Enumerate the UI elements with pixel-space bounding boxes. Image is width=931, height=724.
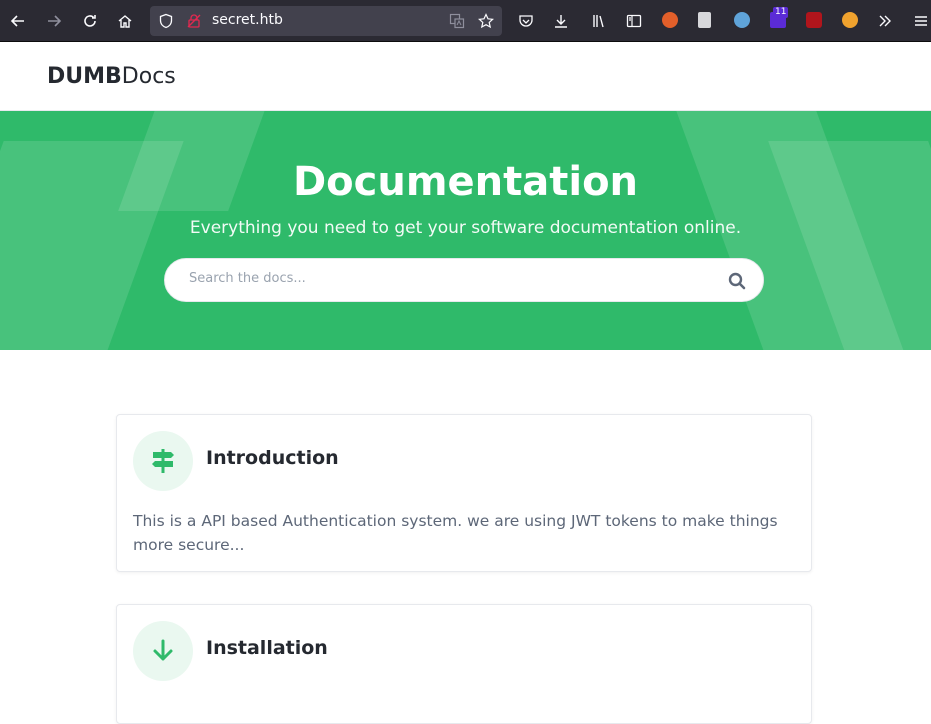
card-introduction[interactable]: Introduction This is a API based Authent… — [116, 414, 812, 572]
browser-toolbar: secret.htb 11 — [0, 0, 931, 42]
hero-title: Documentation — [292, 159, 639, 205]
star-icon[interactable] — [478, 13, 494, 29]
menu-icon — [915, 16, 927, 26]
ext-cookie-editor-icon[interactable] — [842, 12, 858, 28]
card-title[interactable]: Installation — [206, 637, 328, 659]
ext-foxyproxy-icon[interactable] — [662, 12, 678, 28]
hero-subtitle: Everything you need to get your software… — [189, 218, 742, 238]
lock-icon[interactable] — [186, 13, 202, 29]
site-logo[interactable]: DUMBDocs — [47, 64, 176, 89]
extension-badge: 11 — [773, 7, 789, 18]
forward-icon — [48, 15, 62, 27]
card-installation[interactable]: Installation — [116, 604, 812, 724]
pocket-icon — [519, 15, 533, 27]
back-icon — [10, 15, 24, 27]
shield-icon[interactable] — [158, 13, 174, 29]
url-text[interactable]: secret.htb — [212, 12, 283, 28]
menu-button[interactable] — [906, 6, 931, 36]
card-icon-circle — [133, 621, 193, 681]
library-button[interactable] — [584, 6, 614, 36]
signpost-icon — [152, 449, 174, 473]
ext-ublock-icon[interactable] — [806, 12, 822, 28]
search-input[interactable] — [189, 271, 689, 286]
back-button[interactable] — [3, 6, 33, 36]
home-button[interactable] — [110, 6, 140, 36]
reload-button[interactable] — [75, 6, 105, 36]
download-icon — [555, 15, 567, 28]
hero-section: Documentation Everything you need to get… — [0, 111, 931, 350]
overflow-icon — [879, 15, 891, 27]
reload-icon — [84, 15, 96, 27]
forward-button[interactable] — [39, 6, 69, 36]
logo-bold: DUMB — [47, 64, 122, 89]
logo-light: Docs — [121, 64, 176, 89]
pocket-button[interactable] — [511, 6, 541, 36]
site-header: DUMBDocs — [0, 42, 931, 111]
sidebar-icon — [626, 14, 642, 28]
sidebar-button[interactable] — [619, 6, 649, 36]
card-title[interactable]: Introduction — [206, 447, 339, 469]
overflow-button[interactable] — [870, 6, 900, 36]
translate-icon[interactable] — [449, 13, 465, 29]
downloads-button[interactable] — [546, 6, 576, 36]
ext-wappalyzer-icon[interactable] — [734, 12, 750, 28]
ext-page-icon[interactable] — [698, 12, 711, 28]
card-text: This is a API based Authentication syste… — [133, 512, 778, 554]
search-box — [164, 258, 764, 302]
home-icon — [118, 15, 132, 28]
library-icon — [593, 15, 604, 28]
search-icon[interactable] — [727, 271, 747, 291]
url-bar[interactable]: secret.htb — [150, 6, 502, 36]
card-icon-circle — [133, 431, 193, 491]
arrow-down-icon — [153, 639, 173, 661]
